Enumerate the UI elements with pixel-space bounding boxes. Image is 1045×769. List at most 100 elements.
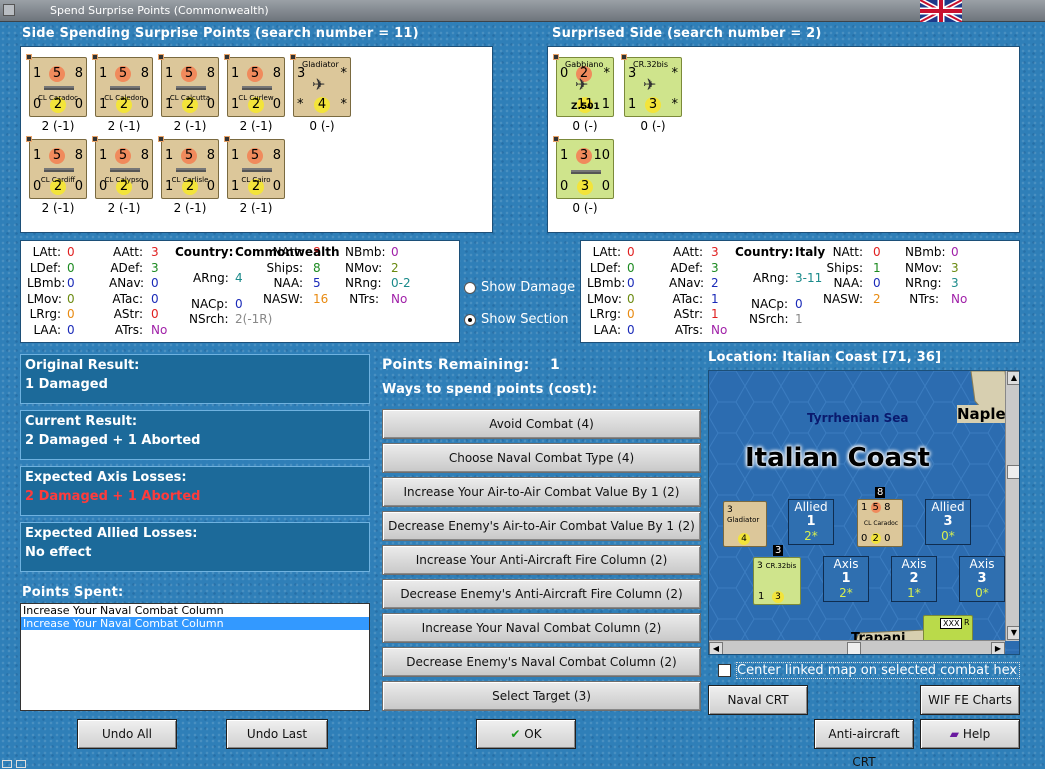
- undo-last-button[interactable]: Undo Last: [226, 719, 328, 749]
- current-result-title: Current Result:: [25, 414, 138, 429]
- counter-value: 10: [593, 148, 610, 163]
- map-allied-box-3[interactable]: Allied 3 0*: [925, 499, 971, 545]
- map-gladiator-attack: 3: [727, 505, 733, 515]
- stat-extra: ARng:: [193, 271, 229, 285]
- stat-extra: NSrch:: [189, 312, 229, 326]
- current-result-box: Current Result: 2 Damaged + 1 Aborted: [20, 410, 370, 460]
- map-vertical-scrollbar[interactable]: ▲ ▼: [1005, 371, 1019, 641]
- location-label: Location: Italian Coast [71, 36]: [708, 350, 942, 365]
- spend-option-button[interactable]: Increase Your Naval Combat Column (2): [382, 613, 701, 643]
- current-result-value: 2 Damaged + 1 Aborted: [25, 433, 201, 448]
- spending-unit-counter[interactable]: 1 8 1 0 5 2 CL Caledon: [92, 54, 153, 117]
- stat-label: LAtt:: [32, 245, 61, 259]
- scroll-down-icon[interactable]: ▼: [1007, 626, 1019, 640]
- window-menu-icon[interactable]: [3, 4, 15, 16]
- stat-label: LMov:: [27, 291, 62, 306]
- spending-unit-counter[interactable]: 1 8 1 0 5 2 CL Carlisle: [158, 136, 219, 199]
- points-remaining-value: 1: [550, 357, 560, 373]
- stat-value: 3: [951, 260, 959, 275]
- map-allied-box-1[interactable]: Allied 1 2*: [788, 499, 834, 545]
- list-item[interactable]: Increase Your Naval Combat Column: [21, 604, 369, 617]
- map-cr32bis-counter[interactable]: 3 CR.32bis 1 3: [753, 557, 801, 605]
- spending-unit-counter[interactable]: 3 * * * 4 Gladiator ✈: [290, 54, 351, 117]
- stat-extra: 1: [795, 312, 803, 326]
- spending-unit-counter[interactable]: 1 8 0 0 5 2 CL Cardiff: [26, 136, 87, 199]
- show-damage-radio[interactable]: [464, 282, 476, 294]
- axis-losses-title: Expected Axis Losses:: [25, 470, 187, 485]
- counter-value: *: [671, 66, 679, 81]
- stat-label: NBmb:: [905, 245, 946, 259]
- spend-option-button[interactable]: Choose Naval Combat Type (4): [382, 443, 701, 473]
- scroll-right-icon[interactable]: ▶: [991, 642, 1005, 654]
- map-gladiator-counter[interactable]: 3 Gladiator 4: [723, 501, 767, 547]
- box-side: Axis: [833, 557, 859, 571]
- box-number: 3: [943, 514, 953, 529]
- spend-option-button[interactable]: Increase Your Anti-Aircraft Fire Column …: [382, 545, 701, 575]
- spending-unit-counter[interactable]: 1 8 1 0 5 2 CL Cairo: [224, 136, 285, 199]
- map-stack-3: 3: [773, 545, 784, 556]
- box-strength: 0*: [941, 529, 955, 543]
- wif-charts-button[interactable]: WIF FE Charts: [920, 685, 1020, 715]
- stat-label: LRrg:: [589, 307, 621, 321]
- spending-unit-loss-label: 2 (-1): [107, 119, 141, 133]
- horizontal-scroll-thumb[interactable]: [847, 642, 861, 654]
- ok-button[interactable]: ✔ OK: [476, 719, 576, 749]
- scroll-up-icon[interactable]: ▲: [1007, 371, 1019, 385]
- spend-option-button[interactable]: Decrease Enemy's Naval Combat Column (2): [382, 647, 701, 677]
- spend-option-button[interactable]: Increase Your Air-to-Air Combat Value By…: [382, 477, 701, 507]
- show-section-label[interactable]: Show Section: [481, 312, 569, 327]
- stat-label: LRrg:: [29, 307, 61, 321]
- counter-unit-name: CL Caradoc: [38, 94, 78, 102]
- title-bar: Spend Surprise Points (Commonwealth): [0, 0, 1045, 22]
- stat-extra: Commonwealth: [235, 245, 340, 259]
- spend-option-button[interactable]: Avoid Combat (4): [382, 409, 701, 439]
- vertical-scroll-thumb[interactable]: [1007, 465, 1019, 479]
- points-spent-list[interactable]: Increase Your Naval Combat Column Increa…: [20, 603, 370, 711]
- map-axis-box-1[interactable]: Axis 1 2*: [823, 556, 869, 602]
- show-damage-label[interactable]: Show Damage: [481, 280, 575, 295]
- box-number: 1: [841, 571, 851, 586]
- map-axis-box-3[interactable]: Axis 3 0*: [959, 556, 1005, 602]
- map-cr32bis-value-2: 3: [772, 591, 784, 603]
- surprised-unit-counter[interactable]: 0 * 1 2 11 Gabbiano ✈ Z.501: [553, 54, 614, 117]
- counter-yellow-value: 4: [314, 97, 330, 113]
- spending-unit-counter[interactable]: 1 8 1 0 5 2 CL Curlew: [224, 54, 285, 117]
- spend-option-button[interactable]: Select Target (3): [382, 681, 701, 711]
- center-linked-checkbox[interactable]: [718, 664, 731, 677]
- surprised-unit-counter[interactable]: 3 * 1 * 3 CR.32bis ✈: [621, 54, 682, 117]
- counter-value: 3: [297, 66, 306, 81]
- scroll-left-icon[interactable]: ◀: [709, 642, 723, 654]
- allied-losses-box: Expected Allied Losses: No effect: [20, 522, 370, 572]
- stat-extra: 0: [795, 297, 803, 311]
- surprised-unit-counter[interactable]: 1 10 0 0 3 3: [553, 136, 614, 199]
- list-item-selected[interactable]: Increase Your Naval Combat Column: [21, 617, 369, 630]
- counter-circle-value: 5: [115, 148, 131, 164]
- naval-crt-button[interactable]: Naval CRT: [708, 685, 808, 715]
- counter-yellow-value: 3: [645, 97, 661, 113]
- box-strength: 2*: [804, 529, 818, 543]
- map-view[interactable]: Tyrrhenian Sea Naple Italian Coast Trapa…: [708, 370, 1020, 655]
- anti-aircraft-crt-button[interactable]: Anti-aircraft CRT: [814, 719, 914, 769]
- help-button[interactable]: ▰ Help: [920, 719, 1020, 749]
- stat-value: 16: [313, 291, 329, 306]
- box-strength: 2*: [839, 586, 853, 600]
- counter-circle-value: 5: [49, 66, 65, 82]
- show-section-radio[interactable]: [464, 314, 476, 326]
- spending-unit-counter[interactable]: 1 8 0 0 5 2 CL Caradoc: [26, 54, 87, 117]
- stat-label: NBmb:: [345, 245, 386, 259]
- spending-unit-counter[interactable]: 1 8 0 0 5 2 CL Calypso: [92, 136, 153, 199]
- box-strength: 1*: [907, 586, 921, 600]
- spend-option-button[interactable]: Decrease Enemy's Anti-Aircraft Fire Colu…: [382, 579, 701, 609]
- map-horizontal-scrollbar[interactable]: ◀ ▶: [709, 640, 1005, 654]
- stat-value: 0: [151, 291, 159, 306]
- undo-all-button[interactable]: Undo All: [77, 719, 177, 749]
- map-axis-box-2[interactable]: Axis 2 1*: [891, 556, 937, 602]
- counter-value: 1: [231, 148, 240, 163]
- spending-unit-counter[interactable]: 1 8 1 0 5 2 CL Calcutta: [158, 54, 219, 117]
- stat-label: NTrs:: [349, 291, 379, 306]
- stat-label: LAA:: [33, 322, 61, 337]
- counter-value: *: [340, 66, 348, 81]
- center-linked-label[interactable]: Center linked map on selected combat hex: [736, 662, 1020, 679]
- map-caradoc-counter[interactable]: 1 5 8 CL Caradoc 0 2 0: [857, 499, 903, 547]
- spend-option-button[interactable]: Decrease Enemy's Air-to-Air Combat Value…: [382, 511, 701, 541]
